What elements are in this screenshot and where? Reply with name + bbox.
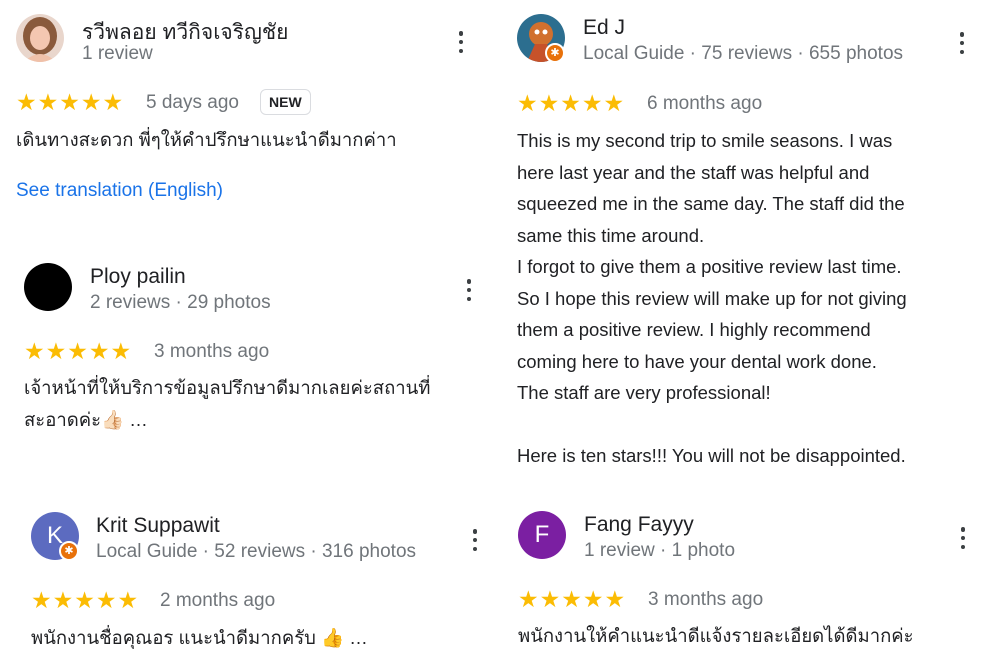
review-date: 3 months ago (154, 341, 270, 362)
more-vert-icon[interactable] (472, 529, 478, 551)
review-text-line: here last year and the staff was helpful… (517, 161, 870, 183)
local-guide-badge-icon: ✱ (545, 43, 565, 63)
review-text: พนักงานชื่อคุณอร แนะนำดีมากครับ 👍 … (31, 622, 368, 654)
review-card: ✱ Ed J Local Guide · 75 reviews · 655 ph… (500, 0, 1000, 480)
review-text-line: สะอาดค่ะ👍🏻 … (24, 408, 148, 430)
review-text-line: squeezed me in the same day. The staff d… (517, 193, 905, 214)
more-vert-icon[interactable] (960, 527, 966, 549)
reviewer-meta: 1 review (82, 43, 153, 64)
avatar[interactable]: F (518, 511, 566, 559)
reviewer-name[interactable]: Ed J (583, 16, 625, 40)
review-date: 3 months ago (648, 589, 764, 610)
star-rating: ★★★★★ (517, 90, 626, 116)
review-text-line: This is my second trip to smile seasons.… (517, 130, 893, 151)
review-date: 5 days ago (146, 92, 239, 113)
review-text: พนักงานให้คำแนะนำดีแจ้งรายละเอียดได้ดีมา… (518, 620, 914, 652)
reviewer-meta: Local Guide · 52 reviews · 316 photos (96, 541, 417, 562)
review-text-line: เจ้าหน้าที่ให้บริการข้อมูลปรึกษาดีมากเลย… (24, 377, 431, 398)
review-card: F Fang Fayyy 1 review · 1 photo ★★★★★ 3 … (500, 500, 1000, 667)
review-date: 6 months ago (647, 93, 763, 114)
star-rating: ★★★★★ (31, 587, 140, 613)
review-text-line: I forgot to give them a positive review … (517, 256, 902, 277)
reviewer-meta: 1 review · 1 photo (584, 540, 736, 561)
see-translation-link[interactable]: See translation (English) (16, 180, 223, 202)
review-text-line: coming here to have your dental work don… (517, 350, 877, 372)
review-text-line: Here is ten stars!!! You will not be dis… (517, 445, 906, 466)
review-card: Ploy pailin 2 reviews · 29 photos ★★★★★ … (0, 250, 490, 450)
review-text: This is my second trip to smile seasons.… (517, 125, 907, 472)
avatar[interactable] (24, 263, 72, 311)
reviewer-name[interactable]: Fang Fayyy (584, 513, 694, 537)
review-text-line: พนักงานชื่อคุณอร แนะนำดีมากครับ 👍 … (31, 627, 368, 648)
local-guide-badge-icon: ✱ (59, 541, 79, 561)
review-text-line: The staff are very professional! (517, 382, 771, 403)
review-card: K ✱ Krit Suppawit Local Guide · 52 revie… (0, 500, 490, 667)
review-date: 2 months ago (160, 590, 276, 611)
profile-photo (16, 14, 64, 62)
star-rating: ★★★★★ (518, 586, 627, 612)
reviewer-meta: 2 reviews · 29 photos (90, 292, 271, 313)
reviewer-meta: Local Guide · 75 reviews · 655 photos (583, 43, 904, 64)
new-badge: NEW (260, 89, 311, 115)
more-vert-icon[interactable] (959, 32, 965, 54)
more-vert-icon[interactable] (458, 31, 464, 53)
star-rating: ★★★★★ (16, 89, 125, 115)
review-text: เจ้าหน้าที่ให้บริการข้อมูลปรึกษาดีมากเลย… (24, 372, 431, 435)
review-card: รวีพลอย ทวีกิจเจริญชัย 1 review ★★★★★ 5 … (0, 0, 490, 230)
review-text-line: พนักงานให้คำแนะนำดีแจ้งรายละเอียดได้ดีมา… (518, 625, 914, 646)
more-vert-icon[interactable] (466, 279, 472, 301)
star-rating: ★★★★★ (24, 338, 133, 364)
reviewer-name[interactable]: Krit Suppawit (96, 514, 220, 538)
reviewer-name[interactable]: Ploy pailin (90, 265, 186, 289)
review-text: เดินทางสะดวก พี่ๆให้คำปรึกษาแนะนำดีมากค่… (16, 124, 397, 156)
avatar-letter: F (534, 521, 550, 548)
review-text-line: same this time around. (517, 224, 705, 246)
review-text-line: them a positive review. I highly recomme… (517, 319, 871, 340)
review-text-line: เดินทางสะดวก พี่ๆให้คำปรึกษาแนะนำดีมากค่… (16, 129, 397, 150)
avatar[interactable] (16, 14, 64, 62)
review-text-line: So I hope this review will make up for n… (517, 287, 907, 309)
review-text-line (517, 409, 907, 441)
